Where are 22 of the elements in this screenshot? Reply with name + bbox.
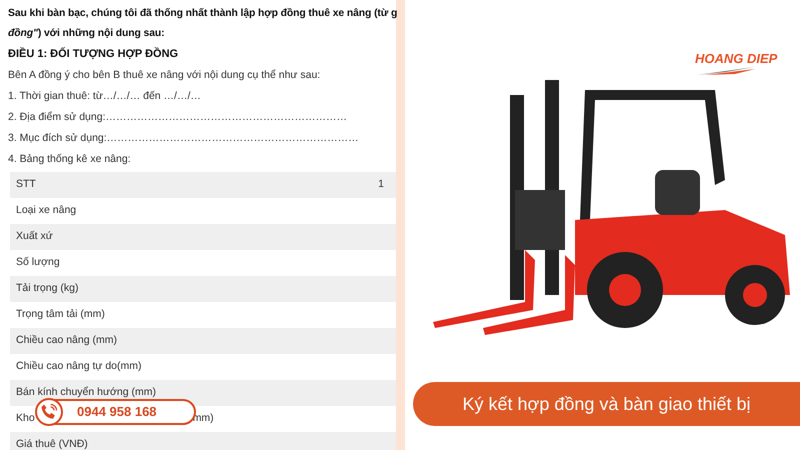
table-cell-text: Kho: [16, 411, 35, 426]
table-cell-text: Chiều cao nâng tự do(mm): [16, 359, 142, 374]
logo-text: HOANG DIEP: [695, 52, 778, 66]
body-text: 4. Bảng thống kê xe nâng:: [7, 152, 132, 167]
table-cell-text: Số lượng: [16, 255, 60, 270]
caption-banner: Ký kết hợp đồng và bàn giao thiết bị: [413, 382, 800, 426]
table-cell-text: Trọng tâm tải (mm): [16, 307, 105, 322]
intro-text: đồng") với những nội dung sau:: [7, 27, 166, 41]
table-cell-text: Bán kính chuyển hướng (mm): [16, 385, 156, 400]
table-cell: Giá thuê (VNĐ): [16, 437, 88, 450]
section-heading: ĐIỀU 1: ĐỐI TƯỢNG HỢP ĐỒNG: [7, 46, 180, 62]
table-cell-text: 1: [378, 177, 384, 192]
table-cell-text: Loại xe nâng: [16, 203, 76, 218]
table-cell-text: STT: [16, 177, 36, 192]
table-cell-text: Tải trọng (kg): [16, 281, 78, 296]
body-text: 2. Địa điểm sử dụng:……………………………………………………………: [7, 110, 348, 125]
body-text: 1. Thời gian thuê: từ…/…/… đến …/…/…: [7, 89, 202, 104]
body-text: 3. Mục đích sử dụng:………………………………………………………………: [7, 131, 360, 146]
intro-text: Sau khi bàn bạc, chúng tôi đã thống nhất thành lập hợp đồng thuê xe nâng (từ g: [7, 7, 396, 21]
table-cell-text: Xuất xứ: [16, 229, 53, 244]
body-text: Bên A đồng ý cho bên B thuê xe nâng với nội dung cụ thể như sau:: [7, 68, 322, 83]
table-cell-text: Chiều cao nâng (mm): [16, 333, 117, 348]
